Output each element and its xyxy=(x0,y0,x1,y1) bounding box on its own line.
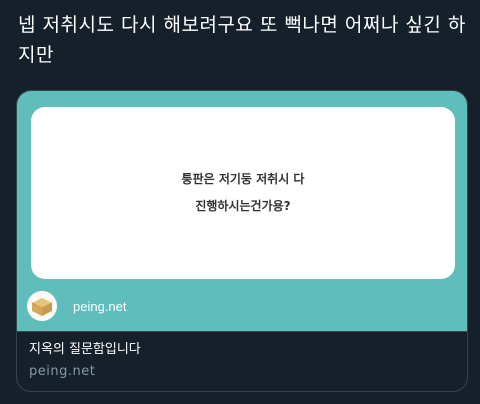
peing-box-icon xyxy=(27,291,57,321)
question-box: 퉁판은 저기둥 저취시 다 진행하시는건가용? xyxy=(31,107,455,279)
brand-name: peing.net xyxy=(73,298,127,314)
card-image[interactable]: 퉁판은 저기둥 저취시 다 진행하시는건가용? peing.net xyxy=(17,91,467,331)
brand-row: peing.net xyxy=(27,290,127,322)
card-domain: peing.net xyxy=(29,364,96,379)
card-info[interactable]: 지옥의 질문함입니다 peing.net xyxy=(17,331,467,391)
tweet-text: 넵 저취시도 다시 해보려구요 또 뻑나면 어쩌나 싶긴 하지만 xyxy=(18,14,466,66)
question-line-1: 퉁판은 저기둥 저취시 다 xyxy=(181,172,305,186)
link-preview-card[interactable]: 퉁판은 저기둥 저취시 다 진행하시는건가용? peing.net 지옥의 질문… xyxy=(16,90,468,392)
question-line-2: 진행하시는건가용? xyxy=(195,199,291,213)
card-title: 지옥의 질문함입니다 xyxy=(29,342,141,357)
